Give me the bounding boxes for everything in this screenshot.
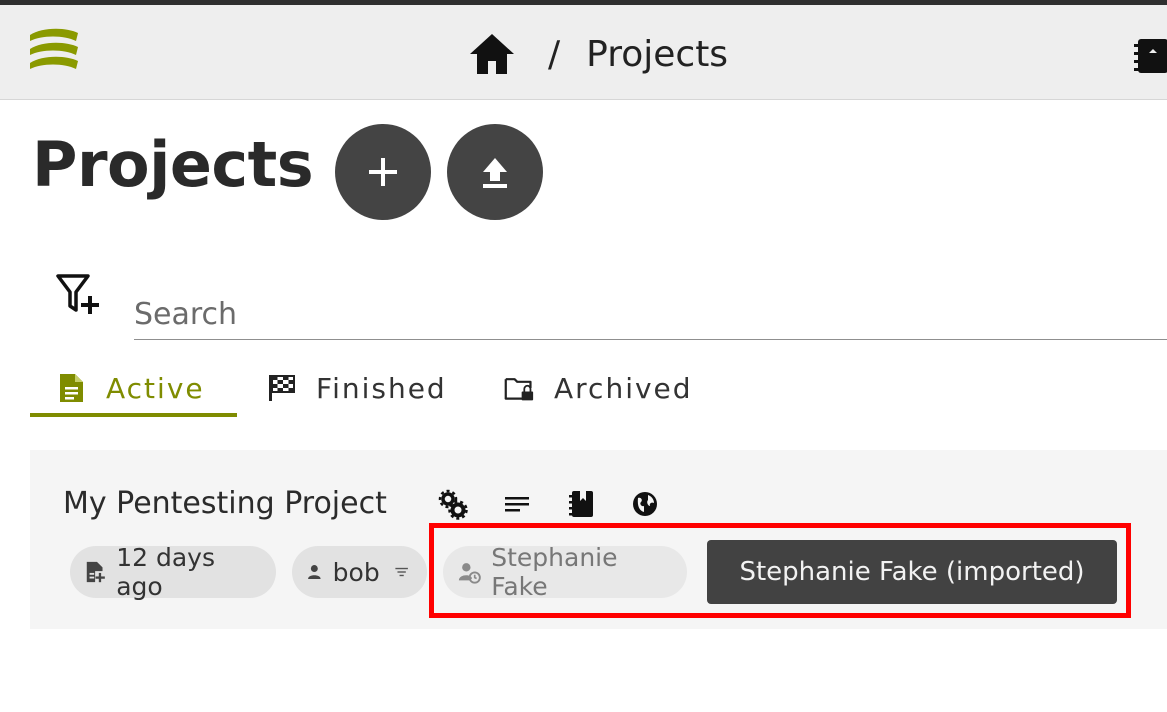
tab-archived[interactable]: Archived bbox=[504, 360, 693, 416]
notebook-icon[interactable] bbox=[566, 488, 596, 520]
globe-icon[interactable] bbox=[630, 488, 660, 520]
upload-icon bbox=[483, 158, 507, 188]
active-tab-indicator bbox=[30, 413, 237, 417]
tab-label: Active bbox=[106, 371, 205, 405]
checkered-flag-icon bbox=[269, 375, 295, 401]
breadcrumb-separator: / bbox=[548, 33, 561, 75]
file-clock-icon bbox=[86, 561, 105, 583]
user-icon bbox=[308, 565, 321, 579]
tab-active[interactable]: Active bbox=[56, 360, 205, 416]
breadcrumb: / Projects bbox=[466, 29, 728, 79]
tab-label: Archived bbox=[554, 371, 693, 405]
add-project-button[interactable] bbox=[335, 124, 431, 220]
filter-add-icon[interactable] bbox=[54, 272, 104, 318]
filter-list-icon[interactable] bbox=[394, 561, 409, 583]
file-document-icon bbox=[60, 374, 83, 402]
folder-lock-icon bbox=[504, 378, 534, 401]
created-date-text: 12 days ago bbox=[116, 543, 215, 601]
search-input[interactable] bbox=[134, 284, 1167, 336]
plus-icon bbox=[369, 158, 397, 186]
search-field bbox=[134, 284, 1167, 340]
import-project-button[interactable] bbox=[447, 124, 543, 220]
notebook-icon[interactable] bbox=[1132, 35, 1167, 77]
tab-label: Finished bbox=[316, 371, 447, 405]
breadcrumb-current: Projects bbox=[586, 33, 729, 75]
app-logo-icon[interactable] bbox=[26, 27, 82, 77]
page-title: Projects bbox=[32, 128, 314, 201]
project-card[interactable]: My Pentesting Project 12 days ago bob St… bbox=[30, 450, 1167, 629]
member-chip-bob[interactable]: bob bbox=[292, 546, 427, 598]
app-bar: / Projects bbox=[0, 5, 1167, 100]
member-name: bob bbox=[332, 557, 380, 587]
tab-finished[interactable]: Finished bbox=[266, 360, 447, 416]
created-date-chip: 12 days ago bbox=[70, 543, 276, 601]
home-icon[interactable] bbox=[466, 30, 518, 78]
notes-icon[interactable] bbox=[502, 488, 532, 520]
cogs-icon[interactable] bbox=[438, 488, 468, 520]
project-name[interactable]: My Pentesting Project bbox=[63, 486, 387, 521]
highlight-annotation bbox=[429, 523, 1131, 618]
